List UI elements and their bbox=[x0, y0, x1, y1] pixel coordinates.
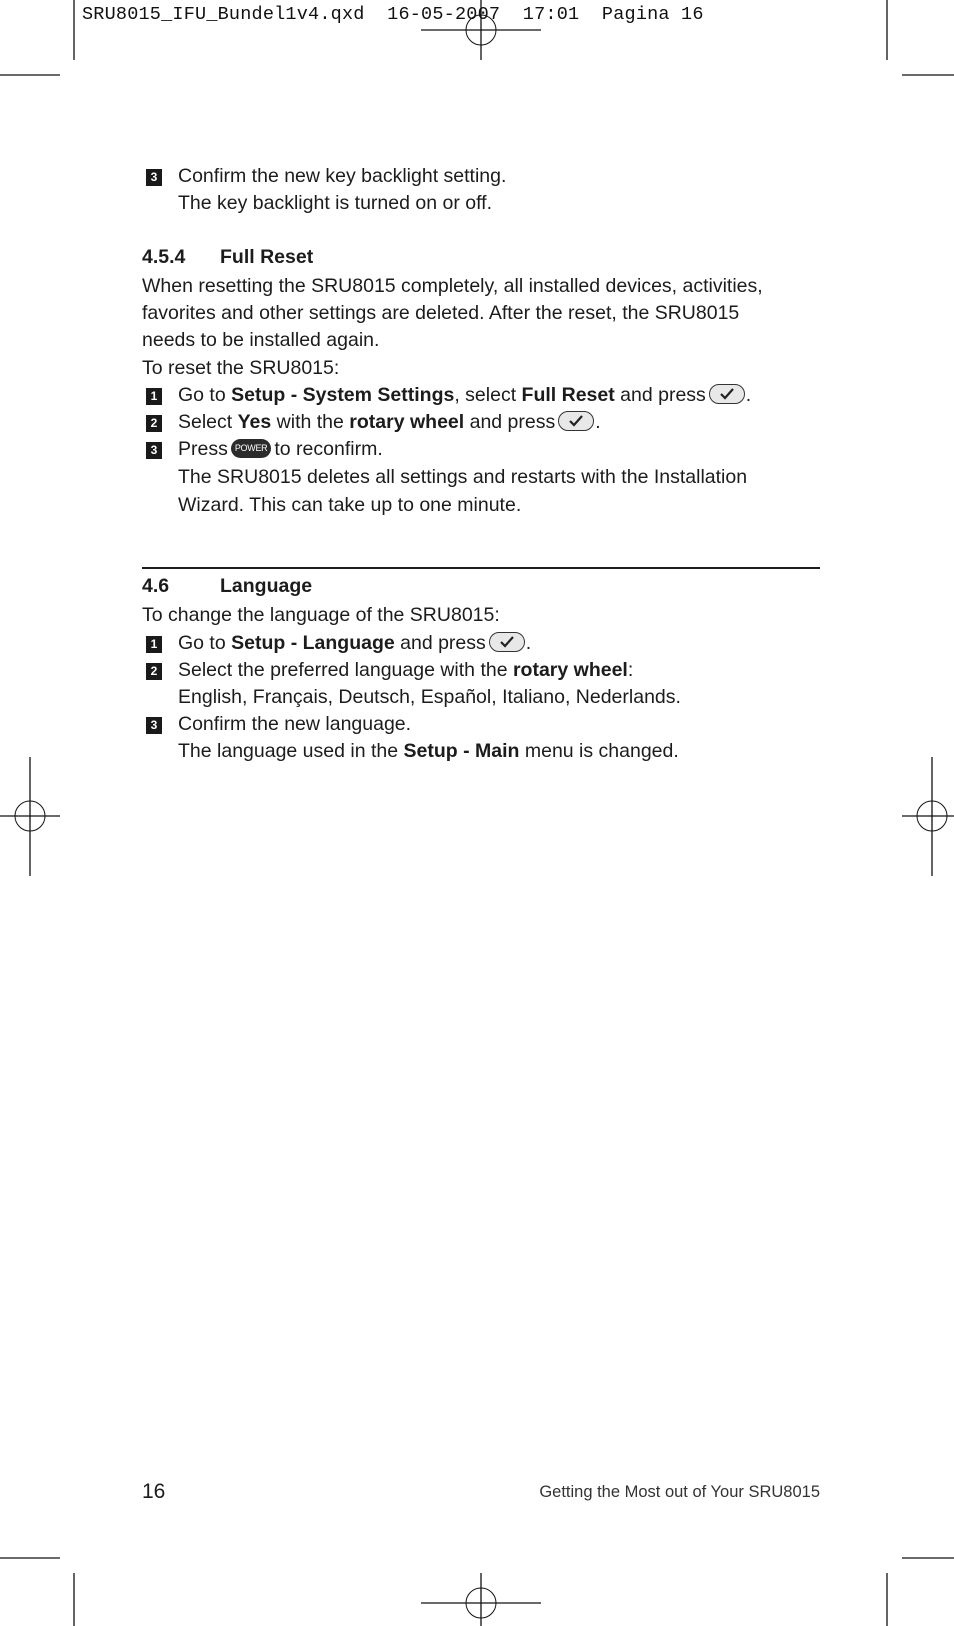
step-text: Select the preferred language with the r… bbox=[178, 657, 633, 684]
step-text: Press POWER to reconfirm. bbox=[178, 436, 383, 463]
registration-mark-right bbox=[902, 757, 954, 876]
text-run: and press bbox=[394, 632, 486, 654]
step-number-badge: 3 bbox=[146, 717, 162, 734]
step-result: Wizard. This can take up to one minute. bbox=[178, 494, 522, 516]
running-footer: Getting the Most out of Your SRU8015 bbox=[539, 1483, 820, 1501]
slug-date: 16-05-2007 bbox=[387, 4, 501, 25]
step-number-badge: 1 bbox=[146, 388, 162, 405]
registration-mark-left bbox=[0, 757, 60, 876]
text-run: menu is changed. bbox=[519, 740, 679, 762]
control-name: rotary wheel bbox=[512, 659, 628, 681]
section-heading-full-reset: 4.5.4 Full Reset bbox=[142, 246, 313, 269]
text-run: with the bbox=[271, 411, 350, 433]
slug-time: 17:01 bbox=[522, 4, 580, 25]
section-title: Full Reset bbox=[220, 246, 314, 268]
section-heading-language: 4.6 Language bbox=[142, 575, 312, 598]
text-run: , select bbox=[454, 384, 522, 406]
text-run: Select the preferred language with the bbox=[178, 659, 513, 681]
step-number-badge: 2 bbox=[146, 415, 162, 432]
text-run: to reconfirm. bbox=[274, 438, 383, 460]
menu-option: Full Reset bbox=[521, 384, 615, 406]
control-name: rotary wheel bbox=[349, 411, 465, 433]
ok-button-icon bbox=[558, 410, 595, 431]
step-number-badge: 1 bbox=[146, 636, 162, 653]
step-number-badge: 2 bbox=[146, 663, 162, 680]
language-list: English, Français, Deutsch, Español, Ita… bbox=[178, 686, 681, 708]
text-run: and press bbox=[614, 384, 706, 406]
paragraph-line: favorites and other settings are deleted… bbox=[142, 302, 740, 324]
ok-button-icon bbox=[488, 631, 525, 652]
slug-page: Pagina 16 bbox=[601, 4, 704, 25]
paragraph-line: When resetting the SRU8015 completely, a… bbox=[142, 275, 763, 297]
section-number: 4.6 bbox=[142, 575, 170, 597]
crop-marks bbox=[0, 0, 954, 1626]
menu-path: Setup - Main bbox=[403, 740, 520, 762]
power-button-icon: POWER bbox=[230, 438, 272, 458]
step-text: Confirm the new language. bbox=[178, 713, 412, 735]
text-run: . bbox=[525, 632, 532, 654]
step-text: Go to Setup - System Settings, select Fu… bbox=[178, 382, 751, 409]
text-run: . bbox=[745, 384, 752, 406]
step-text: Confirm the new key backlight setting. bbox=[178, 165, 507, 187]
menu-option: Yes bbox=[237, 411, 272, 433]
text-run: . bbox=[595, 411, 601, 433]
print-slug: SRU8015_IFU_Bundel1v4.qxd 16-05-2007 17:… bbox=[82, 4, 704, 25]
step-result: The SRU8015 deletes all settings and res… bbox=[178, 466, 748, 488]
slug-filename: SRU8015_IFU_Bundel1v4.qxd bbox=[82, 4, 365, 25]
registration-mark-bottom bbox=[421, 1573, 541, 1626]
text-run: and press bbox=[464, 411, 556, 433]
text-run: The language used in the bbox=[178, 740, 404, 762]
step-number-badge: 3 bbox=[146, 169, 162, 186]
page-number: 16 bbox=[142, 1480, 166, 1503]
step-number-badge: 3 bbox=[146, 442, 162, 459]
step-text: Select Yes with the rotary wheel and pre… bbox=[178, 409, 601, 436]
section-number: 4.5.4 bbox=[142, 246, 186, 268]
text-run: Press bbox=[178, 438, 228, 460]
menu-path: Setup - System Settings bbox=[231, 384, 455, 406]
section-divider bbox=[142, 567, 820, 569]
ok-button-icon bbox=[708, 383, 745, 404]
text-run: Go to bbox=[178, 632, 232, 654]
text-run: Go to bbox=[178, 384, 232, 406]
step-result: The key backlight is turned on or off. bbox=[178, 192, 492, 214]
text-run: : bbox=[627, 659, 634, 681]
lead-text: To reset the SRU8015: bbox=[142, 357, 340, 379]
menu-path: Setup - Language bbox=[231, 632, 395, 654]
step-result: The language used in the Setup - Main me… bbox=[178, 738, 679, 765]
text-run: Select bbox=[178, 411, 238, 433]
paragraph-line: needs to be installed again. bbox=[142, 329, 380, 351]
lead-text: To change the language of the SRU8015: bbox=[142, 604, 500, 626]
step-text: Go to Setup - Language and press. bbox=[178, 630, 531, 657]
section-title: Language bbox=[220, 575, 313, 597]
